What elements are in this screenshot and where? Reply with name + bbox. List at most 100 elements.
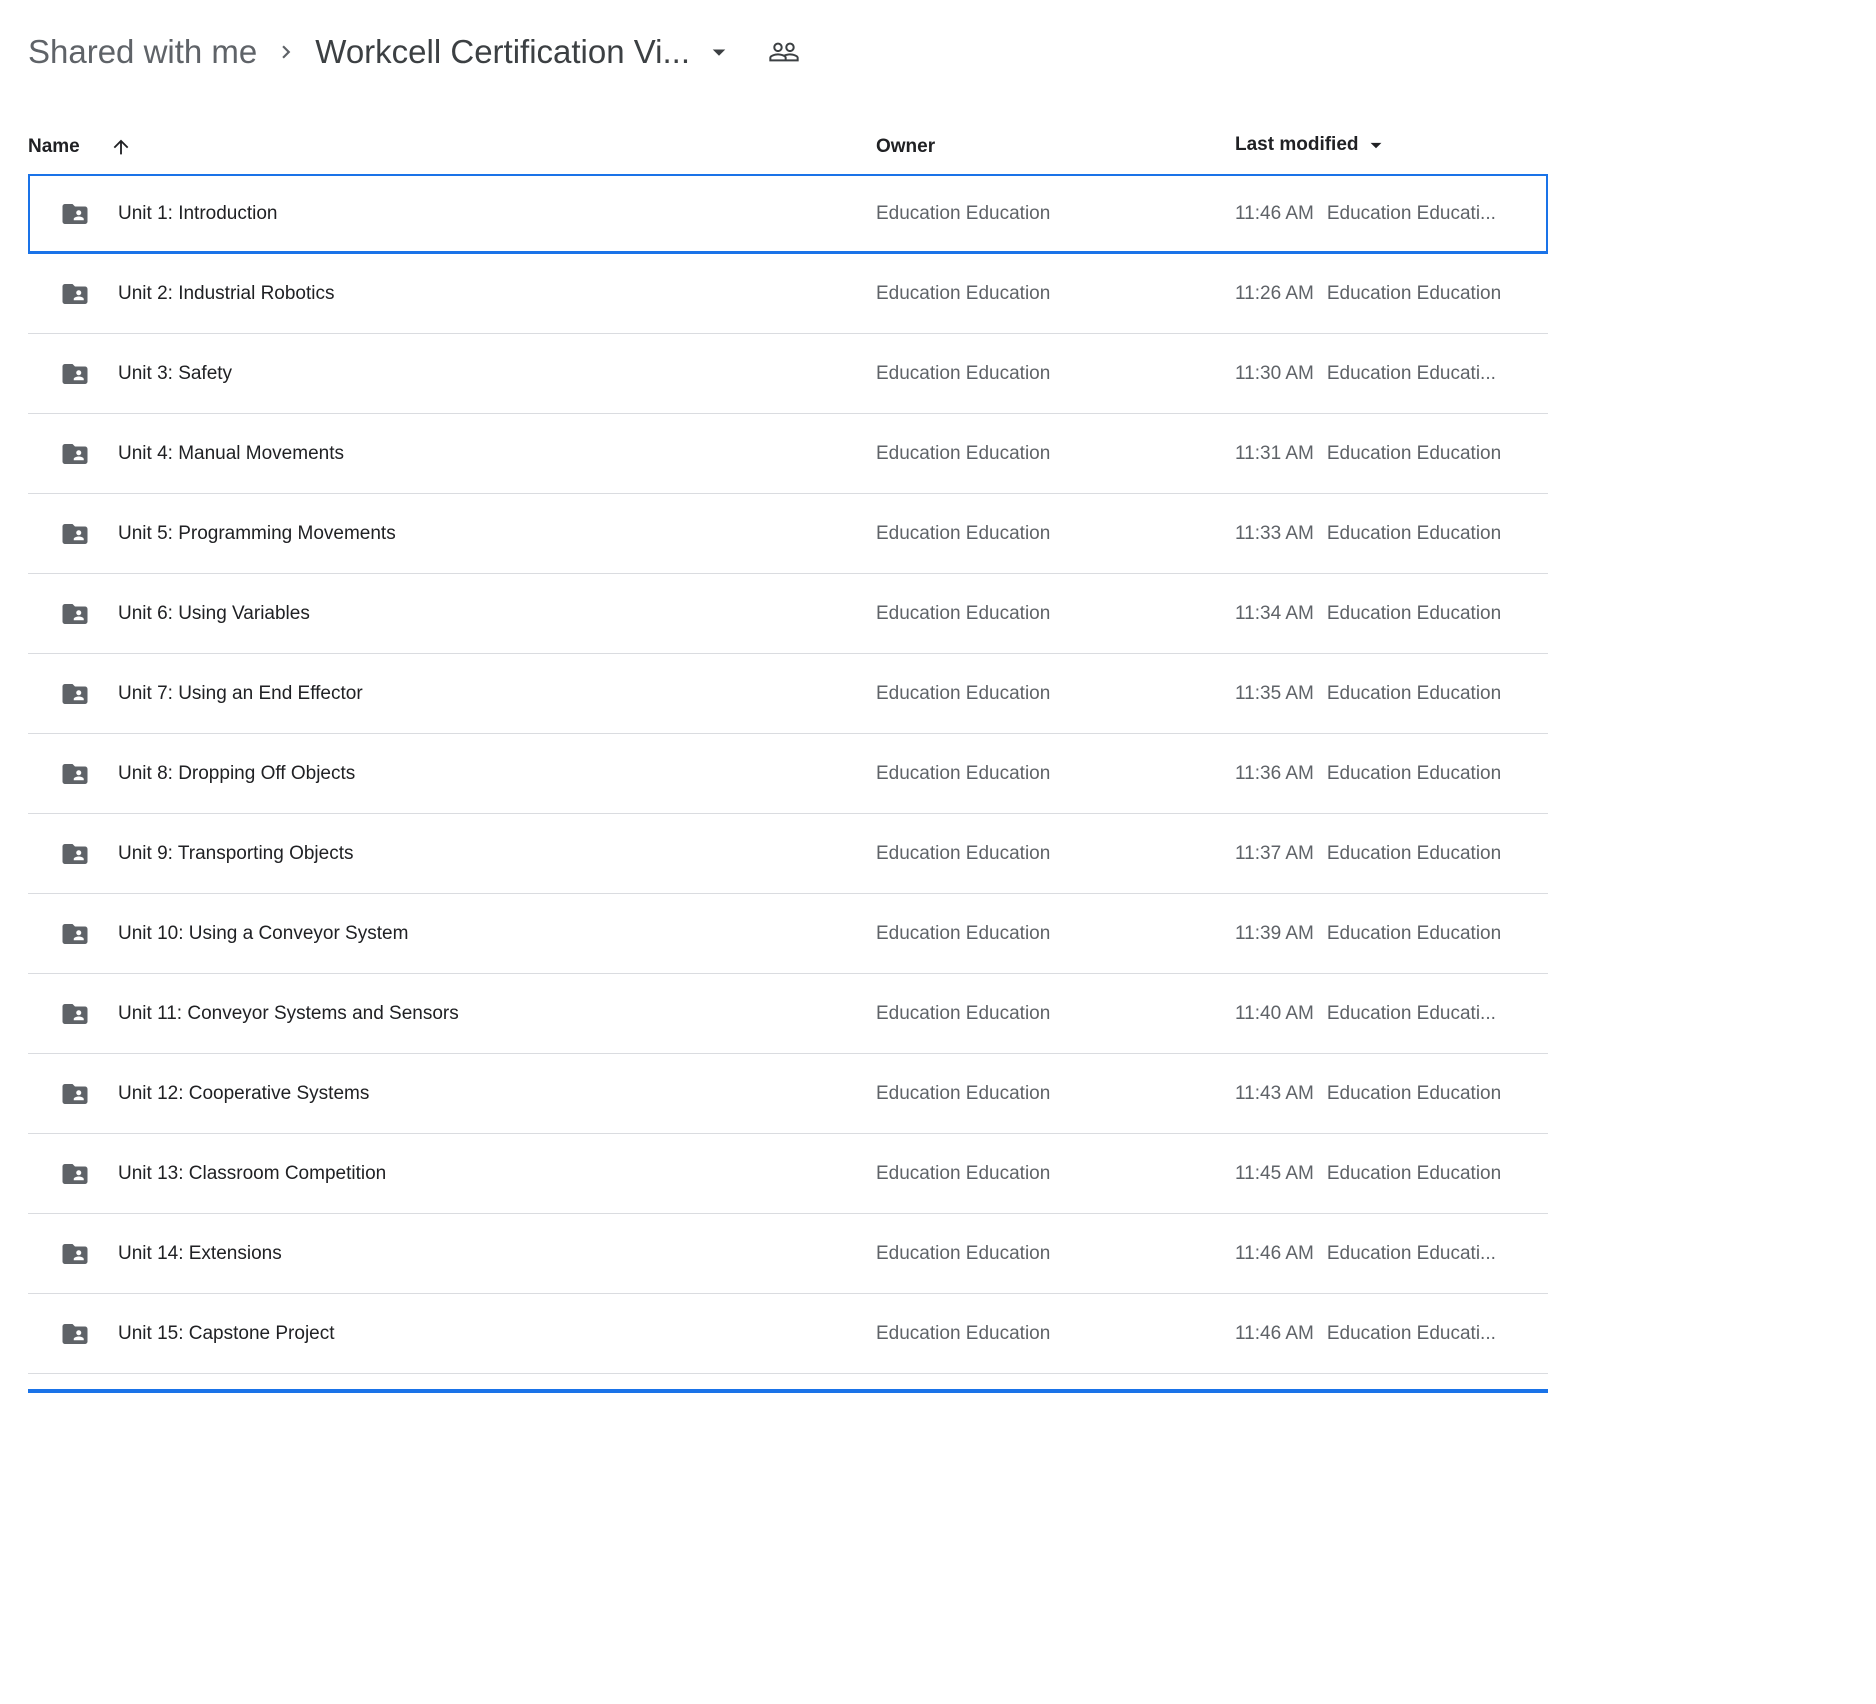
file-name: Unit 2: Industrial Robotics [118, 283, 335, 305]
file-name: Unit 1: Introduction [118, 203, 277, 225]
modified-time: 11:31 AM [1235, 443, 1314, 465]
file-name: Unit 3: Safety [118, 363, 232, 385]
table-row[interactable]: Unit 14: Extensions Education Education … [28, 1214, 1548, 1294]
file-owner: Education Education [876, 763, 1050, 785]
shared-folder-icon [60, 199, 90, 229]
file-name: Unit 14: Extensions [118, 1243, 282, 1265]
table-row[interactable]: Unit 15: Capstone Project Education Educ… [28, 1294, 1548, 1374]
modified-by: Education Educati... [1327, 1003, 1496, 1025]
table-row[interactable]: Unit 13: Classroom Competition Education… [28, 1134, 1548, 1214]
modified-by: Education Education [1327, 283, 1501, 305]
file-owner: Education Education [876, 203, 1050, 225]
file-owner: Education Education [876, 1003, 1050, 1025]
file-name: Unit 7: Using an End Effector [118, 683, 363, 705]
shared-folder-icon [60, 919, 90, 949]
shared-folder-icon [60, 1239, 90, 1269]
file-last-modified: 11:46 AM Education Educati... [1235, 1323, 1496, 1345]
name-column-label: Name [28, 136, 80, 158]
file-name: Unit 12: Cooperative Systems [118, 1083, 369, 1105]
breadcrumb: Shared with me Workcell Certification Vi… [28, 26, 1876, 78]
file-owner: Education Education [876, 363, 1050, 385]
table-row[interactable]: Unit 6: Using Variables Education Educat… [28, 574, 1548, 654]
file-last-modified: 11:36 AM Education Education [1235, 763, 1501, 785]
file-name: Unit 4: Manual Movements [118, 443, 344, 465]
modified-time: 11:46 AM [1235, 1323, 1314, 1345]
file-last-modified: 11:30 AM Education Educati... [1235, 363, 1496, 385]
modified-time: 11:37 AM [1235, 843, 1314, 865]
file-owner: Education Education [876, 1243, 1050, 1265]
file-table: Name Owner Last modified Unit 1: Introdu… [28, 118, 1548, 1395]
shared-folder-icon [60, 519, 90, 549]
file-name: Unit 15: Capstone Project [118, 1323, 335, 1345]
sort-ascending-icon [110, 136, 132, 158]
shared-folder-icon [60, 1319, 90, 1349]
modified-time: 11:45 AM [1235, 1163, 1314, 1185]
file-owner: Education Education [876, 443, 1050, 465]
file-last-modified: 11:46 AM Education Educati... [1235, 1243, 1496, 1265]
table-row[interactable]: Unit 4: Manual Movements Education Educa… [28, 414, 1548, 494]
table-row[interactable]: Unit 11: Conveyor Systems and Sensors Ed… [28, 974, 1548, 1054]
file-name: Unit 10: Using a Conveyor System [118, 923, 408, 945]
file-last-modified: 11:40 AM Education Educati... [1235, 1003, 1496, 1025]
breadcrumb-shared-with-me[interactable]: Shared with me [28, 33, 257, 71]
modified-time: 11:33 AM [1235, 523, 1314, 545]
file-owner: Education Education [876, 923, 1050, 945]
modified-by: Education Education [1327, 923, 1501, 945]
table-row[interactable]: Unit 5: Programming Movements Education … [28, 494, 1548, 574]
shared-folder-icon [60, 599, 90, 629]
modified-by: Education Educati... [1327, 1323, 1496, 1345]
shared-folder-icon [60, 1079, 90, 1109]
file-owner: Education Education [876, 603, 1050, 625]
file-last-modified: 11:26 AM Education Education [1235, 283, 1501, 305]
partial-selected-row [28, 1389, 1548, 1395]
file-owner: Education Education [876, 283, 1050, 305]
file-last-modified: 11:43 AM Education Education [1235, 1083, 1501, 1105]
file-name: Unit 13: Classroom Competition [118, 1163, 386, 1185]
drive-shared-folder-page: Shared with me Workcell Certification Vi… [0, 26, 1876, 1395]
modified-by: Education Educati... [1327, 363, 1496, 385]
table-row[interactable]: Unit 2: Industrial Robotics Education Ed… [28, 254, 1548, 334]
folder-menu-caret-icon [704, 37, 734, 67]
last-modified-column-label: Last modified [1235, 134, 1359, 156]
modified-time: 11:34 AM [1235, 603, 1314, 625]
table-header: Name Owner Last modified [28, 118, 1548, 174]
modified-by: Education Education [1327, 843, 1501, 865]
table-row[interactable]: Unit 9: Transporting Objects Education E… [28, 814, 1548, 894]
table-row[interactable]: Unit 1: Introduction Education Education… [28, 174, 1548, 254]
modified-by: Education Education [1327, 1163, 1501, 1185]
table-row[interactable]: Unit 8: Dropping Off Objects Education E… [28, 734, 1548, 814]
column-header-last-modified[interactable]: Last modified [1235, 132, 1389, 158]
shared-folder-icon [60, 1159, 90, 1189]
file-last-modified: 11:39 AM Education Education [1235, 923, 1501, 945]
modified-time: 11:36 AM [1235, 763, 1314, 785]
column-header-owner[interactable]: Owner [876, 136, 935, 158]
modified-by: Education Education [1327, 443, 1501, 465]
shared-folder-icon [60, 999, 90, 1029]
file-last-modified: 11:37 AM Education Education [1235, 843, 1501, 865]
modified-time: 11:39 AM [1235, 923, 1314, 945]
file-last-modified: 11:34 AM Education Education [1235, 603, 1501, 625]
shared-folder-icon [60, 679, 90, 709]
file-rows: Unit 1: Introduction Education Education… [28, 174, 1548, 1374]
file-owner: Education Education [876, 683, 1050, 705]
table-row[interactable]: Unit 7: Using an End Effector Education … [28, 654, 1548, 734]
file-name: Unit 5: Programming Movements [118, 523, 396, 545]
table-row[interactable]: Unit 10: Using a Conveyor System Educati… [28, 894, 1548, 974]
modified-by: Education Educati... [1327, 1243, 1496, 1265]
file-owner: Education Education [876, 843, 1050, 865]
column-header-name[interactable]: Name [28, 136, 132, 158]
file-last-modified: 11:46 AM Education Educati... [1235, 203, 1496, 225]
shared-people-icon[interactable] [768, 36, 800, 68]
table-row[interactable]: Unit 12: Cooperative Systems Education E… [28, 1054, 1548, 1134]
table-row[interactable]: Unit 3: Safety Education Education 11:30… [28, 334, 1548, 414]
modified-time: 11:26 AM [1235, 283, 1314, 305]
shared-folder-icon [60, 279, 90, 309]
modified-by: Education Education [1327, 1083, 1501, 1105]
modified-by: Education Education [1327, 523, 1501, 545]
breadcrumb-current-folder[interactable]: Workcell Certification Vi... [315, 33, 734, 71]
modified-by: Education Education [1327, 683, 1501, 705]
modified-time: 11:30 AM [1235, 363, 1314, 385]
file-owner: Education Education [876, 523, 1050, 545]
shared-folder-icon [60, 439, 90, 469]
modified-by: Education Educati... [1327, 203, 1496, 225]
